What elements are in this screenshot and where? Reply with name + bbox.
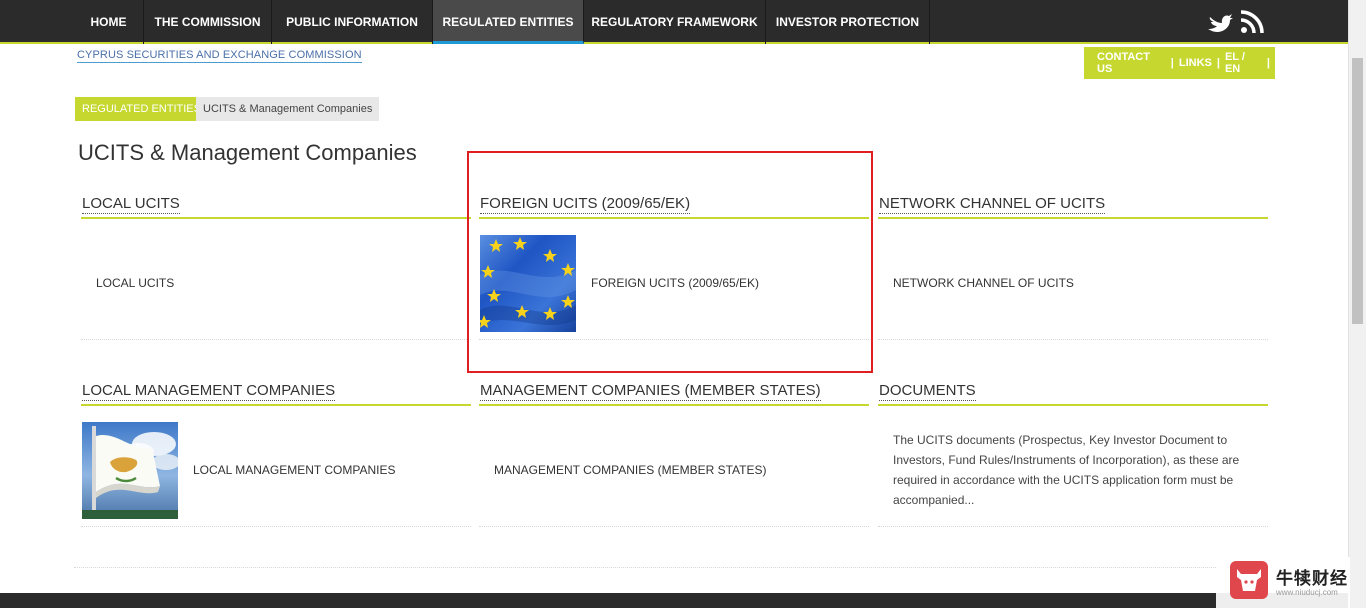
nav-item-the-commission[interactable]: THE COMMISSION (144, 0, 272, 44)
section-body-documents: The UCITS documents (Prospectus, Key Inv… (878, 408, 1268, 527)
breadcrumb-regulated-entities[interactable]: REGULATED ENTITIES (75, 97, 208, 121)
vertical-scrollbar[interactable] (1348, 0, 1366, 608)
contact-links-box: CONTACT US | LINKS | EL / EN | (1084, 47, 1275, 79)
section-header-foreign-ucits: FOREIGN UCITS (2009/65/EK) (479, 191, 869, 219)
page: HOME THE COMMISSION PUBLIC INFORMATION R… (0, 0, 1366, 608)
social-icons (1206, 8, 1270, 36)
bull-logo-icon (1230, 561, 1268, 599)
twitter-icon[interactable] (1206, 8, 1234, 36)
footer-bar (0, 593, 1348, 608)
section-body-network-channel: NETWORK CHANNEL OF UCITS (878, 221, 1268, 340)
watermark-text: 牛犊财经 (1276, 569, 1348, 588)
management-member-states-link[interactable]: MANAGEMENT COMPANIES (MEMBER STATES) (494, 463, 766, 477)
section-header-local-ucits: LOCAL UCITS (81, 191, 471, 219)
section-body-local-ucits: LOCAL UCITS (81, 221, 471, 340)
breadcrumb-current: UCITS & Management Companies (196, 97, 380, 121)
local-management-link[interactable]: LOCAL MANAGEMENT COMPANIES (193, 463, 395, 477)
nav-item-investor-protection[interactable]: INVESTOR PROTECTION (766, 0, 930, 44)
section-title-link[interactable]: MANAGEMENT COMPANIES (MEMBER STATES) (480, 382, 821, 401)
section-body-management-member-states: MANAGEMENT COMPANIES (MEMBER STATES) (479, 408, 869, 527)
cyprus-flag-image[interactable] (82, 422, 178, 519)
language-switch[interactable]: EL / EN (1225, 51, 1262, 75)
contact-us-link[interactable]: CONTACT US (1097, 51, 1166, 75)
eu-flag-image[interactable] (480, 235, 576, 332)
section-header-network-channel: NETWORK CHANNEL OF UCITS (878, 191, 1268, 219)
section-header-documents: DOCUMENTS (878, 378, 1268, 406)
section-header-management-member-states: MANAGEMENT COMPANIES (MEMBER STATES) (479, 378, 869, 406)
divider (74, 567, 1274, 568)
nav-item-regulated-entities[interactable]: REGULATED ENTITIES (433, 0, 584, 44)
foreign-ucits-link[interactable]: FOREIGN UCITS (2009/65/EK) (591, 276, 759, 290)
nav-item-public-information[interactable]: PUBLIC INFORMATION (272, 0, 433, 44)
top-navigation: HOME THE COMMISSION PUBLIC INFORMATION R… (0, 0, 1348, 44)
page-title: UCITS & Management Companies (78, 140, 417, 165)
section-title-link[interactable]: LOCAL MANAGEMENT COMPANIES (82, 382, 336, 401)
section-body-local-management: LOCAL MANAGEMENT COMPANIES (81, 408, 471, 527)
section-body-foreign-ucits: FOREIGN UCITS (2009/65/EK) (479, 221, 869, 340)
site-logo-text[interactable]: CYPRUS SECURITIES AND EXCHANGE COMMISSIO… (77, 49, 362, 63)
watermark-url: www.niuducj.com (1276, 588, 1338, 597)
watermark: 牛犊财经 www.niuducj.com (1216, 557, 1350, 608)
nav-item-regulatory-framework[interactable]: REGULATORY FRAMEWORK (584, 0, 766, 44)
separator: | (1170, 57, 1174, 69)
section-header-local-management: LOCAL MANAGEMENT COMPANIES (81, 378, 471, 406)
network-channel-link[interactable]: NETWORK CHANNEL OF UCITS (893, 276, 1074, 290)
section-title-link[interactable]: NETWORK CHANNEL OF UCITS (879, 195, 1106, 214)
nav-item-home[interactable]: HOME (74, 0, 144, 44)
section-title-link[interactable]: DOCUMENTS (879, 382, 976, 401)
local-ucits-link[interactable]: LOCAL UCITS (96, 276, 174, 290)
separator: | (1266, 57, 1270, 69)
separator: | (1216, 57, 1220, 69)
scrollbar-thumb[interactable] (1352, 58, 1363, 324)
section-title-link[interactable]: LOCAL UCITS (82, 195, 180, 214)
documents-description[interactable]: The UCITS documents (Prospectus, Key Inv… (893, 430, 1253, 510)
rss-icon[interactable] (1238, 8, 1266, 36)
links-link[interactable]: LINKS (1179, 57, 1212, 69)
section-title-link[interactable]: FOREIGN UCITS (2009/65/EK) (480, 195, 691, 214)
